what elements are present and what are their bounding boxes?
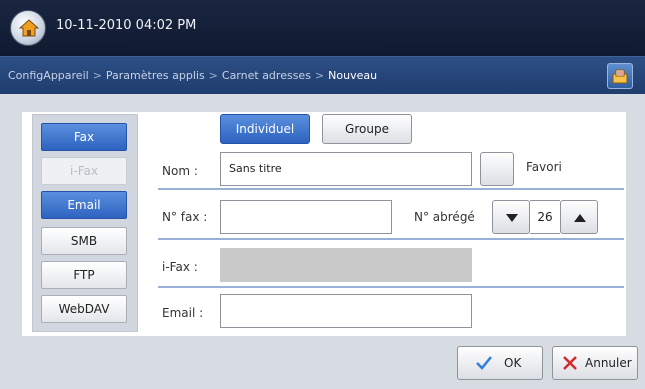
email-field[interactable] <box>220 294 472 328</box>
sidebar-item-fax[interactable]: Fax <box>41 123 127 151</box>
breadcrumb-separator: > <box>314 69 325 82</box>
address-book-button[interactable] <box>607 63 633 89</box>
fax-number-field[interactable] <box>220 200 392 234</box>
ok-button-label: OK <box>504 356 522 370</box>
sidebar-item-ftp[interactable]: FTP <box>41 261 127 289</box>
destination-type-list: Fax i-Fax Email SMB FTP WebDAV <box>32 114 138 332</box>
home-button[interactable] <box>10 10 46 46</box>
ok-button[interactable]: OK <box>457 346 543 380</box>
status-bar: 10-11-2010 04:02 PM <box>0 0 645 56</box>
breadcrumb-bar: ConfigAppareil > Paramètres applis > Carnet … <box>0 56 645 94</box>
datetime: 10-11-2010 04:02 PM <box>56 18 197 33</box>
favorite-label: Favori <box>526 160 562 174</box>
ifax-field <box>220 248 472 282</box>
address-book-icon <box>612 69 628 84</box>
cancel-button[interactable]: Annuler <box>552 346 638 380</box>
breadcrumb-separator: > <box>208 69 218 82</box>
breadcrumb-item: Paramètres applis <box>105 69 205 82</box>
sidebar-item-webdav[interactable]: WebDAV <box>41 295 127 323</box>
speed-dial-value: 26 <box>530 200 560 234</box>
triangle-up-icon <box>574 214 586 222</box>
sidebar-item-ifax: i-Fax <box>41 157 127 185</box>
check-icon <box>476 356 492 370</box>
speed-dial-label: N° abrégé <box>414 210 475 224</box>
tab-individual[interactable]: Individuel <box>220 114 310 144</box>
home-icon <box>19 19 39 37</box>
ifax-label: i-Fax : <box>162 260 198 274</box>
breadcrumb-item: Carnet adresses <box>221 69 311 82</box>
divider <box>158 188 624 190</box>
close-icon <box>563 356 577 370</box>
form-panel: Fax i-Fax Email SMB FTP WebDAV Individue… <box>22 112 626 336</box>
breadcrumb: ConfigAppareil > Paramètres applis > Carnet … <box>8 69 377 82</box>
speed-dial-decrement-button[interactable] <box>492 200 530 234</box>
sidebar-item-email[interactable]: Email <box>41 191 127 219</box>
tab-group[interactable]: Groupe <box>322 114 412 144</box>
sidebar-item-smb[interactable]: SMB <box>41 227 127 255</box>
triangle-down-icon <box>506 214 518 222</box>
fax-number-label: N° fax : <box>162 210 208 224</box>
email-label: Email : <box>162 306 204 320</box>
divider <box>158 286 624 288</box>
breadcrumb-separator: > <box>92 69 102 82</box>
name-label: Nom : <box>162 164 198 178</box>
cancel-button-label: Annuler <box>585 356 632 370</box>
divider <box>158 238 624 240</box>
breadcrumb-current: Nouveau <box>328 69 378 82</box>
breadcrumb-item: ConfigAppareil <box>8 69 89 82</box>
favorite-checkbox[interactable] <box>480 152 514 186</box>
speed-dial-increment-button[interactable] <box>560 200 598 234</box>
name-field[interactable]: Sans titre <box>220 152 472 186</box>
